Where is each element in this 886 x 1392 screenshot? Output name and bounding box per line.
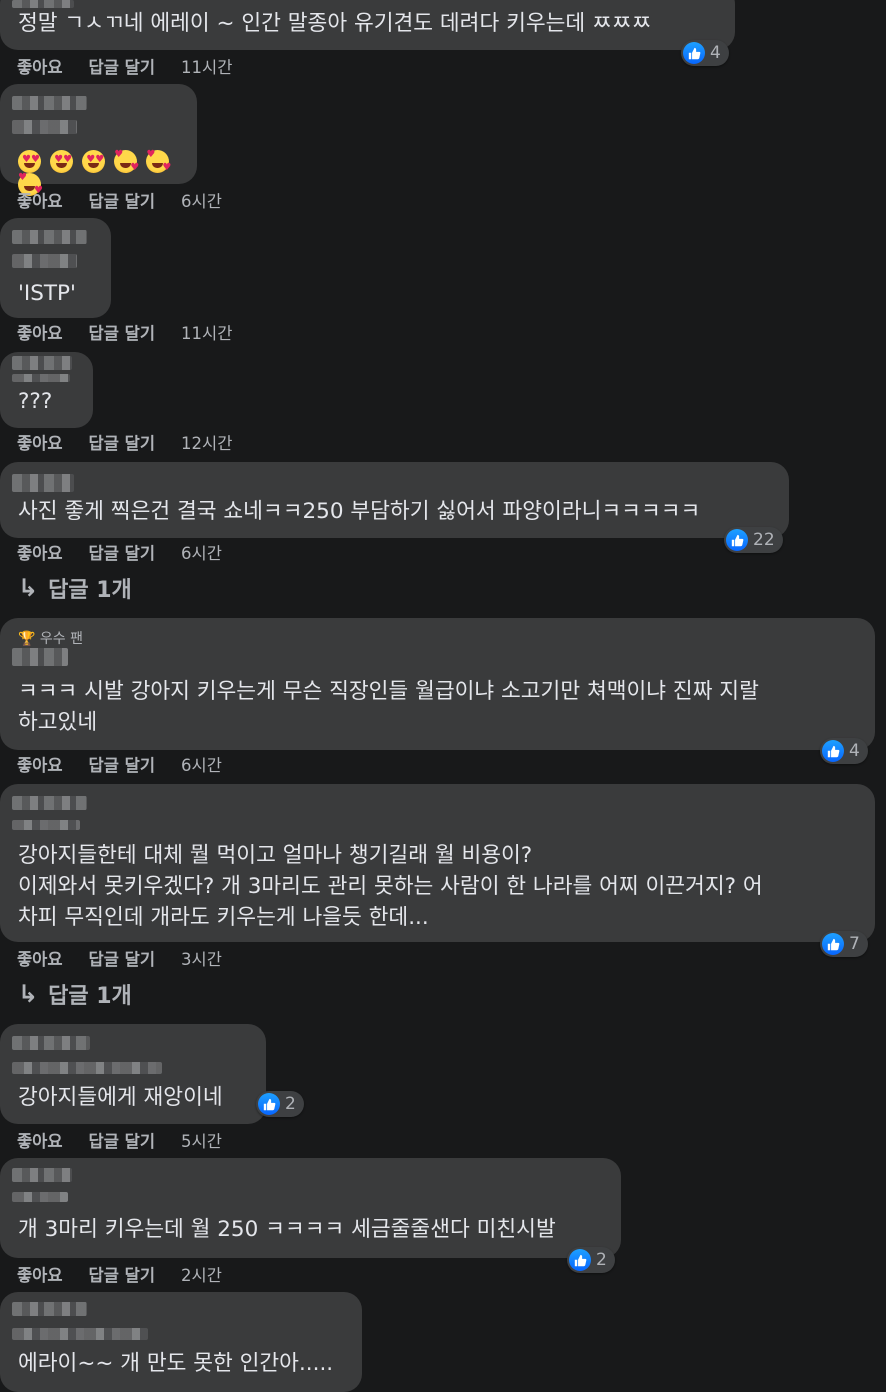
comment-actions: 좋아요 답글 달기 6시간	[17, 188, 222, 212]
comment-text: 에라이~~ 개 만도 못한 인간아.....	[18, 1351, 334, 1376]
comment-actions: 좋아요 답글 달기 12시간	[17, 430, 232, 454]
timestamp[interactable]: 11시간	[181, 320, 232, 344]
like-button[interactable]: 좋아요	[17, 188, 63, 212]
comment-bubble: ???	[0, 352, 93, 428]
like-button[interactable]: 좋아요	[17, 320, 63, 344]
like-button[interactable]: 좋아요	[17, 430, 63, 454]
comment-bubble: ♥ ♥ ♥ ♥ ♥ ♥ ♥ ♥ ♥ ♥ ♥ ♥	[0, 84, 197, 196]
author-name[interactable]	[12, 96, 87, 110]
thumbs-up-icon	[683, 42, 705, 64]
reaction-count[interactable]: 2	[256, 1091, 304, 1117]
smiling-hearts-emoji: ♥ ♥	[146, 149, 172, 173]
author-name[interactable]	[12, 1302, 87, 1316]
comment-actions: 좋아요 답글 달기 3시간	[17, 946, 222, 970]
author-name[interactable]	[12, 474, 74, 492]
comment-text: 정말 ㄱㅅㄲ네 에레이 ~ 인간 말종아 유기견도 데려다 키우는데 ㅉㅉㅉ	[18, 11, 652, 36]
reply-arrow-icon: ↳	[18, 574, 39, 602]
author-name[interactable]	[12, 796, 87, 810]
comment-bubble: 사진 좋게 찍은건 결국 쇼네ㅋㅋ250 부담하기 싫어서 파양이라니ㅋㅋㅋㅋㅋ	[0, 462, 789, 538]
comment-text: ㅋㅋㅋ 시발 강아지 키우는게 무슨 직장인들 월급이냐 소고기만 쳐맥이냐 진…	[18, 679, 759, 735]
author-name	[12, 374, 70, 382]
replies-count: 답글 1개	[48, 984, 132, 1009]
author-name	[12, 1328, 148, 1340]
reaction-count[interactable]: 4	[681, 40, 729, 66]
comment-bubble: 개 3마리 키우는데 월 250 ㅋㅋㅋㅋ 세금줄줄샌다 미친시발	[0, 1158, 621, 1258]
author-name	[12, 254, 77, 268]
reaction-count[interactable]: 22	[724, 527, 783, 553]
heart-eyes-emoji: ♥ ♥	[18, 150, 41, 173]
comment-text: ???	[18, 389, 53, 414]
timestamp[interactable]: 6시간	[181, 540, 222, 564]
author-name[interactable]	[12, 230, 87, 244]
comment-text: 강아지들에게 재앙이네	[18, 1085, 223, 1110]
smiling-hearts-emoji: ♥ ♥	[114, 149, 140, 173]
author-name	[12, 120, 77, 134]
author-name[interactable]	[12, 356, 72, 370]
comment-bubble: 정말 ㄱㅅㄲ네 에레이 ~ 인간 말종아 유기견도 데려다 키우는데 ㅉㅉㅉ	[0, 0, 735, 50]
comment-text: 'ISTP'	[18, 281, 76, 306]
comment-bubble: 강아지들에게 재앙이네	[0, 1024, 266, 1124]
like-button[interactable]: 좋아요	[17, 54, 63, 78]
view-replies-link[interactable]: ↳ 답글 1개	[18, 978, 132, 1010]
author-name	[12, 820, 80, 830]
reply-button[interactable]: 답글 달기	[89, 320, 155, 344]
comment-actions: 좋아요 답글 달기 6시간	[17, 752, 222, 776]
heart-eyes-emoji: ♥ ♥	[82, 150, 106, 173]
timestamp[interactable]: 11시간	[181, 54, 232, 78]
reaction-count[interactable]: 7	[820, 931, 868, 957]
comment-text: 강아지들한테 대체 뭘 먹이고 얼마나 챙기길래 월 비용이? 이제와서 못키우…	[18, 843, 763, 930]
like-button[interactable]: 좋아요	[17, 752, 63, 776]
author-name[interactable]	[12, 1036, 90, 1050]
thumbs-up-icon	[258, 1093, 280, 1115]
reaction-count[interactable]: 2	[567, 1247, 615, 1273]
author-name	[12, 1062, 162, 1074]
author-name[interactable]	[12, 648, 68, 666]
thumbs-up-icon	[569, 1249, 591, 1271]
reply-button[interactable]: 답글 달기	[89, 752, 155, 776]
comment-actions: 좋아요 답글 달기 6시간	[17, 540, 222, 564]
comment-actions: 좋아요 답글 달기 11시간	[17, 54, 232, 78]
comment-actions: 좋아요 답글 달기 2시간	[17, 1262, 222, 1286]
reply-arrow-icon: ↳	[18, 980, 39, 1008]
author-name[interactable]	[12, 1168, 72, 1182]
comment-bubble: 🏆 우수 팬 ㅋㅋㅋ 시발 강아지 키우는게 무슨 직장인들 월급이냐 소고기만…	[0, 618, 875, 750]
reply-button[interactable]: 답글 달기	[89, 1262, 155, 1286]
comment-text: 개 3마리 키우는데 월 250 ㅋㅋㅋㅋ 세금줄줄샌다 미친시발	[18, 1217, 556, 1242]
like-button[interactable]: 좋아요	[17, 946, 63, 970]
timestamp[interactable]: 3시간	[181, 946, 222, 970]
reply-button[interactable]: 답글 달기	[89, 54, 155, 78]
top-fan-badge: 🏆 우수 팬	[18, 631, 83, 647]
timestamp[interactable]: 2시간	[181, 1262, 222, 1286]
author-name	[12, 1192, 68, 1202]
comment-actions: 좋아요 답글 달기 11시간	[17, 320, 232, 344]
reply-button[interactable]: 답글 달기	[89, 946, 155, 970]
author-name[interactable]	[12, 0, 74, 8]
reply-button[interactable]: 답글 달기	[89, 188, 155, 212]
timestamp[interactable]: 5시간	[181, 1128, 222, 1152]
comment-bubble: 강아지들한테 대체 뭘 먹이고 얼마나 챙기길래 월 비용이? 이제와서 못키우…	[0, 784, 875, 942]
comment-text: 사진 좋게 찍은건 결국 쇼네ㅋㅋ250 부담하기 싫어서 파양이라니ㅋㅋㅋㅋㅋ	[18, 499, 701, 524]
reply-button[interactable]: 답글 달기	[89, 430, 155, 454]
heart-eyes-emoji: ♥ ♥	[50, 150, 74, 173]
timestamp[interactable]: 6시간	[181, 188, 222, 212]
thumbs-up-icon	[822, 933, 844, 955]
view-replies-link[interactable]: ↳ 답글 1개	[18, 572, 132, 604]
comment-bubble: 'ISTP'	[0, 218, 111, 318]
like-button[interactable]: 좋아요	[17, 1128, 63, 1152]
reaction-count[interactable]: 4	[820, 738, 868, 764]
timestamp[interactable]: 6시간	[181, 752, 222, 776]
like-button[interactable]: 좋아요	[17, 540, 63, 564]
reply-button[interactable]: 답글 달기	[89, 540, 155, 564]
thumbs-up-icon	[726, 529, 748, 551]
replies-count: 답글 1개	[48, 578, 132, 603]
thumbs-up-icon	[822, 740, 844, 762]
like-button[interactable]: 좋아요	[17, 1262, 63, 1286]
comment-bubble: 에라이~~ 개 만도 못한 인간아.....	[0, 1292, 362, 1392]
comment-actions: 좋아요 답글 달기 5시간	[17, 1128, 222, 1152]
reply-button[interactable]: 답글 달기	[89, 1128, 155, 1152]
timestamp[interactable]: 12시간	[181, 430, 232, 454]
